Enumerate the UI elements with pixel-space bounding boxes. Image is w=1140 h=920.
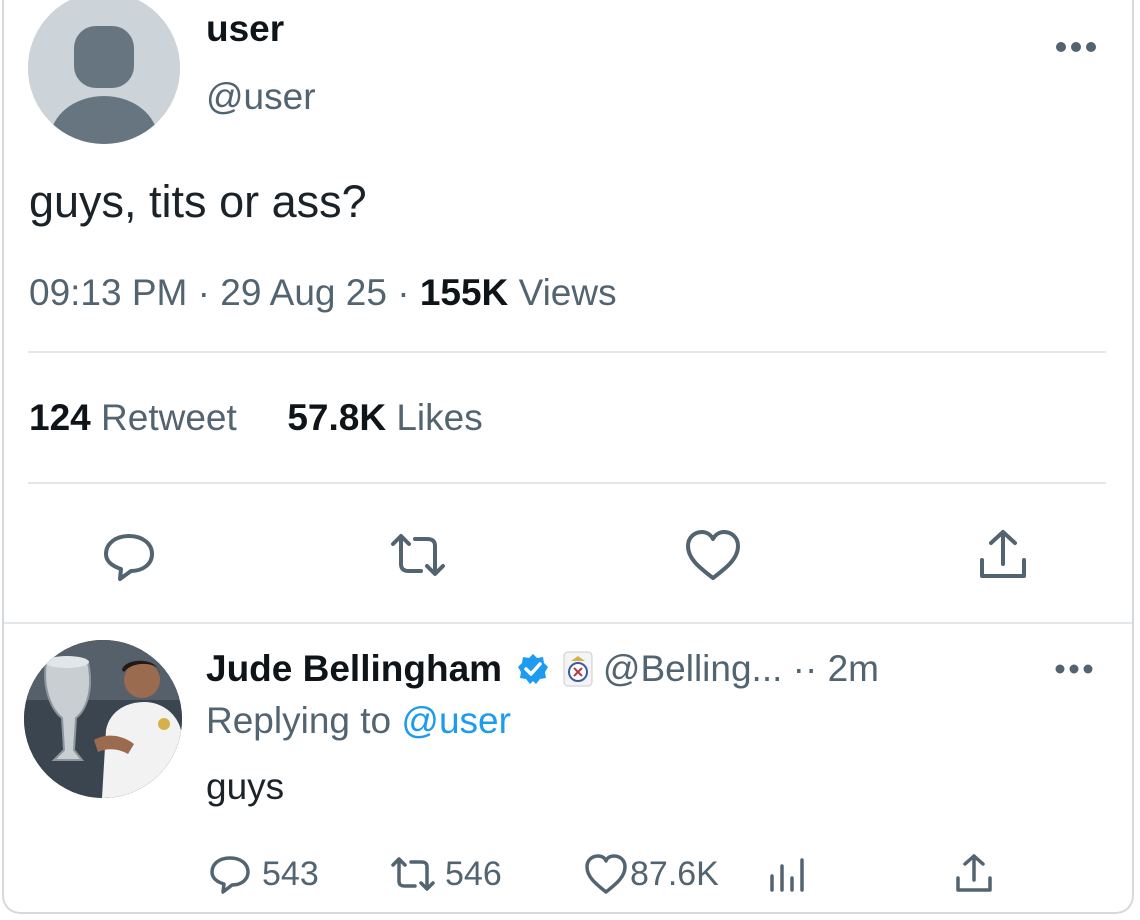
reply-text: guys [206,766,285,807]
views-count: 155K [419,272,509,313]
views-label: Views [518,272,617,313]
analytics-button[interactable] [764,850,812,898]
tweet-meta: 09:13 PM · 29 Aug 25 · 155K Views [29,272,617,314]
tweet-stats: 124 Retweet 57.8K Likes [29,397,483,439]
likes-label: Likes [396,397,483,438]
reply-more-options-button[interactable] [1054,650,1094,684]
reply-icon [210,856,250,894]
separator: ·· [792,648,828,689]
share-icon [956,854,992,892]
reply-header: Jude Bellingham @Belling... ·· 2m [206,648,879,690]
retweets-label: Retweet [101,397,237,438]
replying-to-link[interactable]: @user [401,700,511,741]
replying-to: Replying to @user [206,700,511,742]
like-icon [686,530,740,580]
reply-reply-button[interactable]: 543 [206,850,319,898]
default-avatar-icon [28,0,180,144]
retweet-icon [391,534,445,576]
reply-retweet-button[interactable]: 546 [389,850,502,898]
replying-prefix: Replying to [206,700,392,741]
reply-count: 543 [262,854,319,893]
reply-icon [104,534,154,581]
tweet-text: guys, tits or ass? [29,176,367,227]
reply-display-name[interactable]: Jude Bellingham [206,648,502,689]
like-button[interactable] [682,524,744,586]
separator: · [197,272,221,313]
reply-like-button[interactable]: 87.6K [582,850,719,898]
retweet-icon [391,857,435,891]
tweet-card: user @user guys, tits or ass? 09:13 PM ·… [2,0,1134,914]
tweet-date[interactable]: 29 Aug 25 [220,272,387,313]
like-icon [585,854,627,894]
divider [28,482,1106,484]
reply-time[interactable]: 2m [828,648,879,689]
more-options-button[interactable] [1054,28,1098,62]
user-handle[interactable]: @user [206,76,316,118]
reply-avatar[interactable] [24,640,182,798]
display-name[interactable]: user [206,8,284,50]
retweet-button[interactable] [387,524,449,586]
retweets-stat[interactable]: 124 Retweet [29,397,247,438]
profile-photo [24,640,182,798]
ellipsis-icon [1056,42,1096,52]
like-count: 87.6K [630,854,719,893]
reply-share-button[interactable] [950,850,998,898]
divider [28,351,1106,353]
likes-count: 57.8K [287,397,387,438]
share-button[interactable] [972,524,1034,586]
retweet-count: 546 [445,854,502,893]
share-icon [980,530,1026,578]
avatar[interactable] [28,0,180,144]
club-crest-icon [563,651,593,687]
tweet-time[interactable]: 09:13 PM [29,272,187,313]
divider [4,622,1132,624]
retweets-count: 124 [29,397,91,438]
analytics-icon [770,858,804,892]
reply-button[interactable] [98,524,160,586]
reply-handle[interactable]: @Belling... [603,648,782,689]
verified-badge-icon [518,654,549,684]
likes-stat[interactable]: 57.8K Likes [287,397,482,438]
separator: · [397,272,420,313]
ellipsis-icon [1055,664,1093,674]
